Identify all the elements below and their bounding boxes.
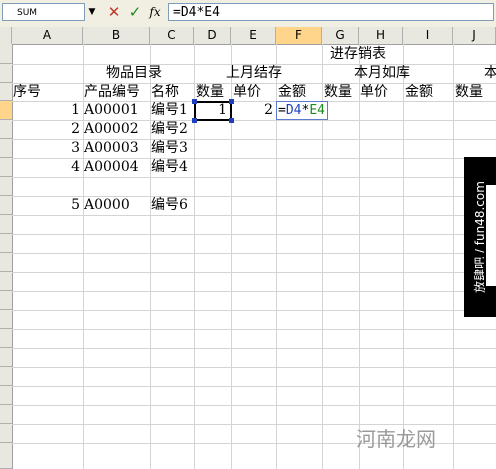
watermark: 河南龙网	[356, 427, 436, 451]
header-amount[interactable]: 金额	[278, 83, 306, 102]
cell-a6[interactable]: 3	[12, 139, 80, 158]
column-header-b[interactable]: B	[83, 27, 150, 44]
sheet-title[interactable]: 进存销表	[330, 45, 386, 64]
row-header[interactable]	[0, 234, 12, 253]
gridline	[12, 215, 496, 216]
row-header[interactable]	[0, 253, 12, 272]
row-header[interactable]	[0, 443, 12, 469]
cell-c6[interactable]: 编号3	[151, 139, 188, 158]
column-header-e[interactable]: E	[231, 27, 276, 44]
selection-handle[interactable]	[229, 118, 234, 123]
gridline	[12, 386, 496, 387]
name-box-dropdown-icon[interactable]: ▼	[85, 3, 99, 21]
row-header[interactable]	[0, 196, 12, 215]
header-serial[interactable]: 序号	[13, 83, 41, 102]
gridline	[12, 291, 496, 292]
selection-handle[interactable]	[192, 99, 197, 104]
gridline	[12, 348, 496, 349]
cell-a4[interactable]: 1	[12, 101, 80, 120]
cell-c9[interactable]: 编号6	[151, 196, 188, 215]
group-header-truncated[interactable]: 本	[484, 64, 496, 83]
row-header[interactable]	[0, 101, 12, 120]
row-header[interactable]	[0, 310, 12, 329]
gridline	[12, 177, 496, 178]
group-header-this-month-in[interactable]: 本月如库	[354, 64, 410, 83]
cell-b4[interactable]: A00001	[84, 101, 139, 120]
cell-b5[interactable]: A00002	[84, 120, 139, 139]
row-header[interactable]	[0, 120, 12, 139]
formula-ref-e4: E4	[309, 103, 325, 118]
cell-c7[interactable]: 编号4	[151, 158, 188, 177]
row-header[interactable]	[0, 158, 12, 177]
row-header[interactable]	[0, 291, 12, 310]
column-header-j[interactable]: J	[453, 27, 496, 44]
header-unit-price[interactable]: 单价	[360, 83, 388, 102]
enter-icon[interactable]: ✓	[126, 3, 144, 21]
cell-c5[interactable]: 编号2	[151, 120, 188, 139]
column-header-i[interactable]: I	[403, 27, 453, 44]
select-all-corner[interactable]	[0, 27, 12, 44]
row-header[interactable]	[0, 367, 12, 386]
row-header[interactable]	[0, 272, 12, 291]
header-quantity[interactable]: 数量	[324, 83, 352, 102]
header-quantity[interactable]: 数量	[455, 83, 483, 102]
formula-input[interactable]: =D4*E4	[168, 3, 494, 21]
cell-f4-editing[interactable]: =D4*E4	[276, 101, 328, 120]
cell-a9[interactable]: 5	[12, 196, 80, 215]
cell-b6[interactable]: A00003	[84, 139, 139, 158]
cell-a7[interactable]: 4	[12, 158, 80, 177]
row-header[interactable]	[0, 215, 12, 234]
row-header[interactable]	[0, 139, 12, 158]
cancel-icon[interactable]: ✕	[105, 3, 123, 21]
header-product-code[interactable]: 产品编号	[84, 83, 140, 102]
header-quantity[interactable]: 数量	[196, 83, 224, 102]
spreadsheet-grid[interactable]: 进存销表 物品目录 上月结存 本月如库 本 序号 产品编号 名称 数量 单价 金…	[12, 44, 496, 469]
selection-handle[interactable]	[192, 118, 197, 123]
row-header[interactable]	[0, 44, 12, 64]
header-name[interactable]: 名称	[151, 83, 179, 102]
column-header-c[interactable]: C	[150, 27, 194, 44]
header-amount[interactable]: 金额	[405, 83, 433, 102]
gridline	[12, 234, 496, 235]
column-header-a[interactable]: A	[12, 27, 83, 44]
gridline	[12, 367, 496, 368]
cell-b9[interactable]: A0000	[84, 196, 130, 215]
selection-handle[interactable]	[229, 99, 234, 104]
insert-function-icon[interactable]: fx	[146, 3, 164, 21]
row-header[interactable]	[0, 424, 12, 443]
gridline	[12, 253, 496, 254]
side-bracket-box	[484, 183, 496, 288]
gridline	[12, 310, 496, 311]
column-header-f[interactable]: F	[276, 27, 322, 44]
name-box[interactable]: SUM	[2, 3, 85, 21]
row-header[interactable]	[0, 348, 12, 367]
row-header[interactable]	[0, 329, 12, 348]
cell-b7[interactable]: A00004	[84, 158, 139, 177]
gridline	[12, 329, 496, 330]
cell-a5[interactable]: 2	[12, 120, 80, 139]
column-header-d[interactable]: D	[194, 27, 231, 44]
gridline	[12, 405, 496, 406]
formula-bar: SUM ▼ ✕ ✓ fx =D4*E4	[0, 0, 496, 28]
group-header-catalog[interactable]: 物品目录	[106, 64, 162, 83]
cell-c4[interactable]: 编号1	[151, 101, 188, 120]
column-headers: A B C D E F G H I J	[0, 27, 496, 45]
row-header[interactable]	[0, 83, 12, 101]
row-header[interactable]	[0, 386, 12, 405]
row-header[interactable]	[0, 64, 12, 83]
cell-e4[interactable]: 2	[232, 101, 273, 120]
row-header[interactable]	[0, 177, 12, 196]
column-header-h[interactable]: H	[359, 27, 403, 44]
formula-ref-d4: D4	[285, 103, 302, 118]
row-header[interactable]	[0, 405, 12, 424]
header-unit-price[interactable]: 单价	[233, 83, 261, 102]
group-header-last-month[interactable]: 上月结存	[226, 64, 282, 83]
cell-d4[interactable]: 1	[195, 101, 227, 120]
column-header-g[interactable]: G	[322, 27, 359, 44]
formula-operator: =	[278, 103, 286, 118]
gridline	[12, 272, 496, 273]
